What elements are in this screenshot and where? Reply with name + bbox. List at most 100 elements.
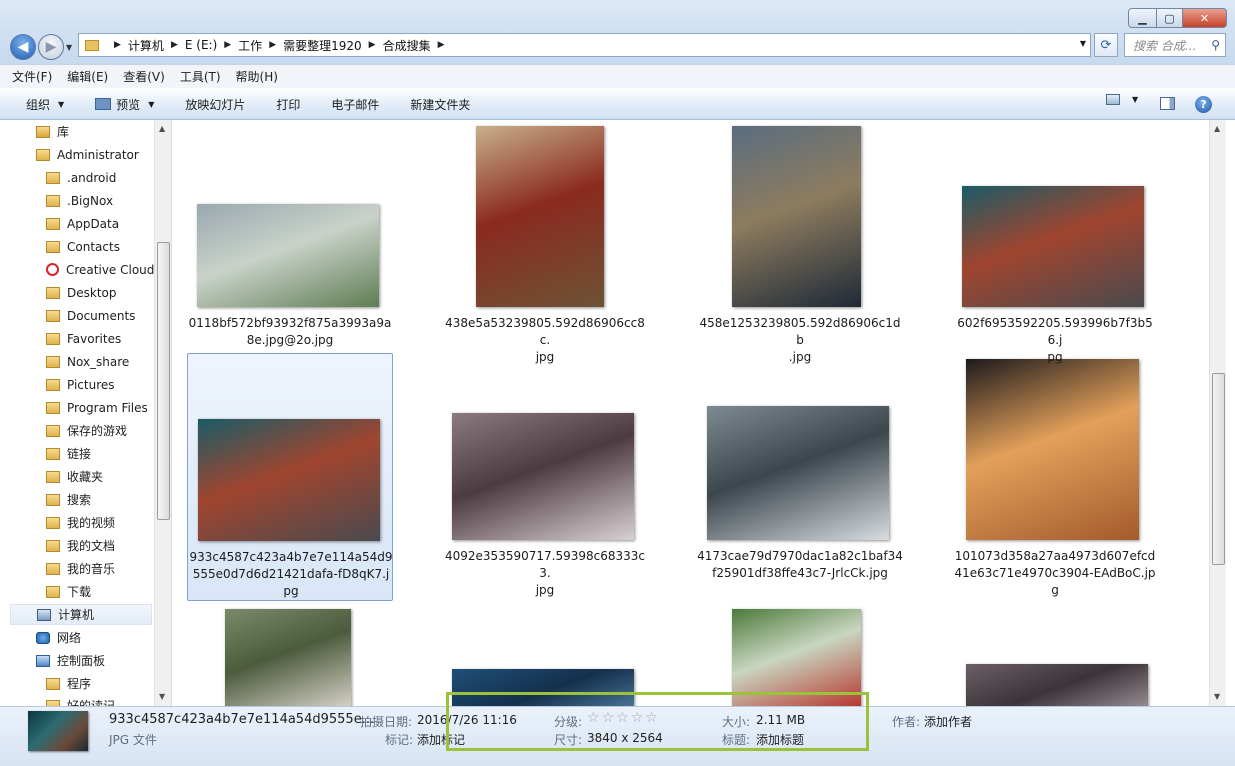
image-thumbnail[interactable] bbox=[452, 413, 634, 540]
chevron-right-icon[interactable]: ▶ bbox=[171, 40, 178, 50]
file-item[interactable]: 101073d358a27aa4973d607efcd 41e63c71e4970… bbox=[952, 353, 1158, 601]
file-name[interactable]: 4173cae79d7970dac1a82c1baf34 f25901df38ff… bbox=[697, 548, 903, 582]
file-name[interactable]: 0118bf572bf93932f875a3993a9a 8e.jpg@2o.jp… bbox=[187, 315, 393, 349]
nav-item[interactable]: Administrator bbox=[36, 144, 139, 165]
file-name[interactable]: 101073d358a27aa4973d607efcd 41e63c71e4970… bbox=[952, 548, 1158, 599]
nav-item[interactable]: .android bbox=[46, 167, 116, 188]
tags-value[interactable]: 添加标记 bbox=[417, 731, 465, 748]
file-name[interactable]: 4092e353590717.59398c68333c3. jpg bbox=[442, 548, 648, 599]
address-history-dropdown[interactable]: ▼ bbox=[1080, 39, 1086, 48]
nav-item[interactable]: Contacts bbox=[46, 236, 120, 257]
slideshow-button[interactable]: 放映幻灯片 bbox=[185, 96, 245, 113]
minimize-button[interactable]: ▁ bbox=[1128, 8, 1157, 28]
nav-item[interactable]: 好的读记 bbox=[46, 695, 115, 706]
scrollbar-thumb[interactable] bbox=[157, 242, 170, 520]
star-icon[interactable]: ☆ bbox=[587, 710, 600, 726]
file-name[interactable]: 602f6953592205.593996b7f3b56.j pg bbox=[952, 315, 1158, 366]
chevron-right-icon[interactable]: ▶ bbox=[114, 40, 121, 50]
nav-item[interactable]: 库 bbox=[36, 121, 69, 142]
scroll-down-icon[interactable]: ▼ bbox=[159, 692, 165, 701]
star-icon[interactable]: ☆ bbox=[616, 710, 629, 726]
breadcrumb-drive-e[interactable]: E (E:) bbox=[185, 38, 217, 52]
scroll-down-icon[interactable]: ▼ bbox=[1214, 692, 1220, 701]
image-thumbnail[interactable] bbox=[966, 664, 1148, 706]
nav-item[interactable]: 程序 bbox=[46, 673, 91, 694]
nav-item[interactable]: 下载 bbox=[46, 581, 91, 602]
help-button[interactable]: ? bbox=[1195, 96, 1212, 113]
image-thumbnail[interactable] bbox=[476, 126, 604, 307]
menu-view[interactable]: 查看(V) bbox=[123, 68, 165, 85]
image-thumbnail[interactable] bbox=[732, 126, 861, 307]
refresh-button[interactable]: ⟳ bbox=[1094, 33, 1118, 57]
nav-item[interactable]: 搜索 bbox=[46, 489, 91, 510]
title-value[interactable]: 添加标题 bbox=[756, 731, 804, 748]
chevron-right-icon[interactable]: ▶ bbox=[438, 40, 445, 50]
image-thumbnail[interactable] bbox=[966, 359, 1139, 540]
organize-button[interactable]: 组织 ▼ bbox=[26, 96, 64, 113]
nav-item[interactable]: .BigNox bbox=[46, 190, 113, 211]
file-item[interactable] bbox=[952, 607, 1158, 706]
image-thumbnail[interactable] bbox=[225, 609, 351, 706]
forward-button[interactable]: ▶ bbox=[38, 34, 64, 60]
search-icon[interactable]: ⚲ bbox=[1211, 38, 1220, 52]
print-button[interactable]: 打印 bbox=[276, 96, 300, 113]
nav-item[interactable]: 保存的游戏 bbox=[46, 420, 127, 441]
file-item[interactable] bbox=[187, 607, 393, 706]
nav-item[interactable]: Documents bbox=[46, 305, 135, 326]
image-thumbnail[interactable] bbox=[452, 669, 634, 706]
nav-item[interactable]: 我的文档 bbox=[46, 535, 115, 556]
file-item[interactable]: 438e5a53239805.592d86906cc8c. jpg bbox=[442, 120, 648, 364]
nav-item[interactable]: 收藏夹 bbox=[46, 466, 103, 487]
navigation-scrollbar[interactable]: ▲ ▼ bbox=[154, 120, 171, 706]
breadcrumb-computer[interactable]: 计算机 bbox=[128, 37, 164, 54]
image-thumbnail[interactable] bbox=[707, 406, 889, 540]
menu-edit[interactable]: 编辑(E) bbox=[67, 68, 108, 85]
image-thumbnail[interactable] bbox=[197, 204, 379, 307]
close-button[interactable]: ✕ bbox=[1183, 8, 1227, 28]
chevron-right-icon[interactable]: ▶ bbox=[269, 40, 276, 50]
search-input[interactable]: 搜索 合成... ⚲ bbox=[1124, 33, 1226, 57]
chevron-right-icon[interactable]: ▶ bbox=[369, 40, 376, 50]
nav-item[interactable]: 我的音乐 bbox=[46, 558, 115, 579]
new-folder-button[interactable]: 新建文件夹 bbox=[410, 96, 470, 113]
nav-item[interactable]: 我的视频 bbox=[46, 512, 115, 533]
file-name[interactable]: 933c4587c423a4b7e7e114a54d9 555e0d7d6d214… bbox=[188, 549, 394, 600]
preview-pane-button[interactable] bbox=[1160, 97, 1175, 110]
image-thumbnail[interactable] bbox=[732, 609, 861, 706]
file-item[interactable]: 4173cae79d7970dac1a82c1baf34 f25901df38ff… bbox=[697, 353, 903, 601]
scrollbar-thumb[interactable] bbox=[1212, 373, 1225, 565]
nav-item[interactable]: 控制面板 bbox=[36, 650, 105, 671]
nav-item[interactable]: AppData bbox=[46, 213, 119, 234]
file-item[interactable]: 4092e353590717.59398c68333c3. jpg bbox=[442, 353, 648, 601]
file-item[interactable]: 602f6953592205.593996b7f3b56.j pg bbox=[952, 120, 1158, 364]
file-name[interactable]: 458e1253239805.592d86906c1db .jpg bbox=[697, 315, 903, 366]
file-item[interactable]: 933c4587c423a4b7e7e114a54d9 555e0d7d6d214… bbox=[187, 353, 393, 601]
nav-item[interactable]: 网络 bbox=[36, 627, 81, 648]
star-icon[interactable]: ☆ bbox=[645, 710, 658, 726]
nav-item[interactable]: Favorites bbox=[46, 328, 121, 349]
preview-button[interactable]: 预览 ▼ bbox=[95, 96, 154, 113]
chevron-right-icon[interactable]: ▶ bbox=[224, 40, 231, 50]
nav-item[interactable]: Pictures bbox=[46, 374, 115, 395]
nav-item[interactable]: Nox_share bbox=[46, 351, 129, 372]
file-item[interactable]: 458e1253239805.592d86906c1db .jpg bbox=[697, 120, 903, 364]
file-item[interactable] bbox=[442, 607, 648, 706]
star-icon[interactable]: ☆ bbox=[602, 710, 615, 726]
recent-pages-dropdown[interactable]: ▼ bbox=[66, 43, 72, 52]
menu-help[interactable]: 帮助(H) bbox=[236, 68, 278, 85]
breadcrumb-work[interactable]: 工作 bbox=[238, 37, 262, 54]
image-thumbnail[interactable] bbox=[198, 419, 380, 541]
scroll-up-icon[interactable]: ▲ bbox=[1214, 124, 1220, 133]
breadcrumb-needs-sorting[interactable]: 需要整理1920 bbox=[283, 37, 362, 54]
nav-item[interactable]: 链接 bbox=[46, 443, 91, 464]
breadcrumb-composite-collection[interactable]: 合成搜集 bbox=[383, 37, 431, 54]
menu-file[interactable]: 文件(F) bbox=[12, 68, 52, 85]
file-item[interactable]: 0118bf572bf93932f875a3993a9a 8e.jpg@2o.jp… bbox=[187, 120, 393, 352]
file-item[interactable] bbox=[697, 607, 903, 706]
back-button[interactable]: ◀ bbox=[10, 34, 36, 60]
scroll-up-icon[interactable]: ▲ bbox=[159, 124, 165, 133]
nav-item[interactable]: Creative Cloud bbox=[46, 259, 154, 280]
file-name[interactable]: 438e5a53239805.592d86906cc8c. jpg bbox=[442, 315, 648, 366]
menu-tools[interactable]: 工具(T) bbox=[180, 68, 221, 85]
maximize-button[interactable]: ▢ bbox=[1157, 8, 1183, 28]
